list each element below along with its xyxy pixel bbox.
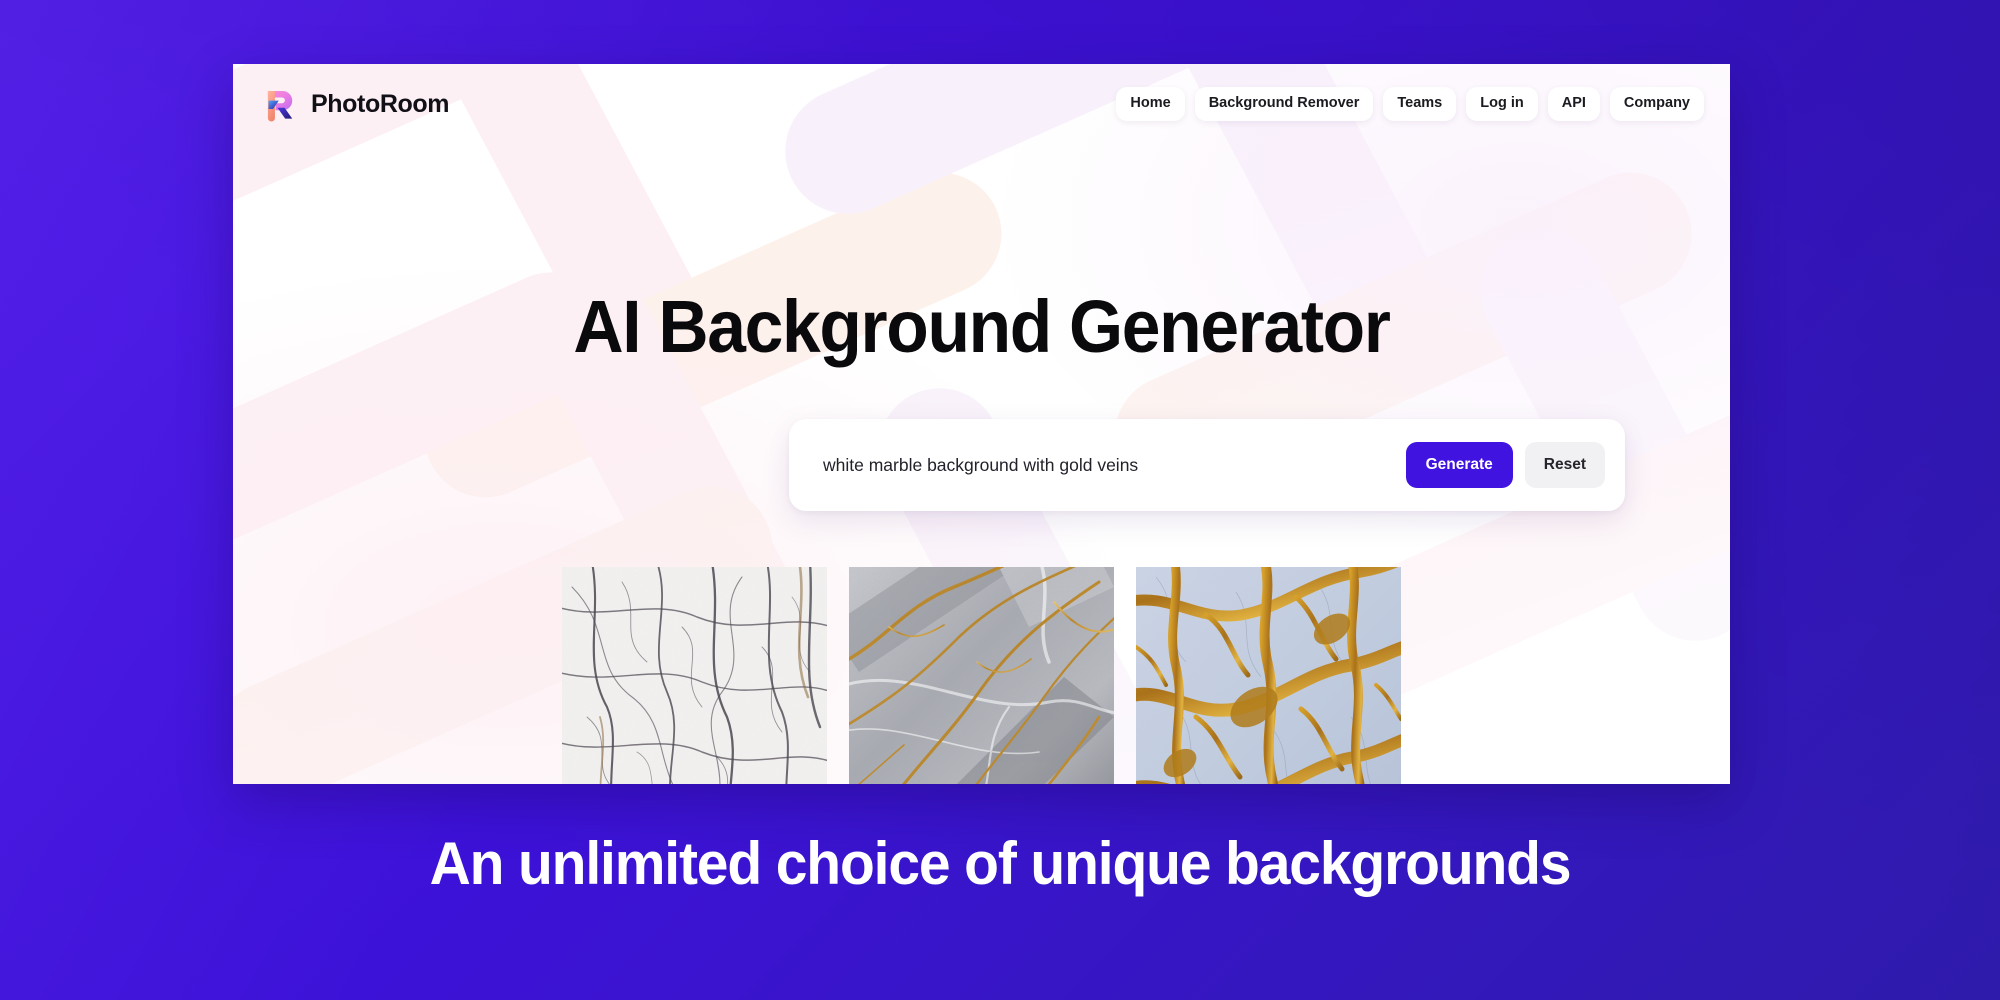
nav-item-company[interactable]: Company bbox=[1609, 87, 1704, 121]
blue-gold-marble-thumbnail-icon bbox=[1136, 567, 1401, 784]
page-background: PhotoRoom Home Background Remover Teams … bbox=[0, 0, 2000, 1000]
result-image-3[interactable] bbox=[1136, 567, 1401, 784]
tagline: An unlimited choice of unique background… bbox=[429, 830, 1572, 897]
hero-card: PhotoRoom Home Background Remover Teams … bbox=[233, 64, 1730, 784]
generate-button[interactable]: Generate bbox=[1405, 442, 1513, 488]
site-header: PhotoRoom Home Background Remover Teams … bbox=[233, 64, 1730, 144]
nav-item-teams[interactable]: Teams bbox=[1383, 87, 1457, 121]
white-marble-thumbnail-icon bbox=[562, 567, 827, 784]
main-nav: Home Background Remover Teams Log in API… bbox=[1116, 87, 1704, 121]
nav-item-api[interactable]: API bbox=[1547, 87, 1600, 121]
page-title: AI Background Generator bbox=[573, 284, 1391, 368]
prompt-bar: Generate Reset bbox=[789, 419, 1625, 511]
reset-button[interactable]: Reset bbox=[1524, 442, 1605, 488]
nav-item-log-in[interactable]: Log in bbox=[1466, 87, 1538, 121]
result-image-1[interactable] bbox=[562, 567, 827, 784]
brand[interactable]: PhotoRoom bbox=[257, 84, 449, 125]
photoroom-r-logo-icon bbox=[267, 90, 293, 121]
gray-gold-marble-thumbnail-icon bbox=[849, 567, 1114, 784]
result-image-2[interactable] bbox=[849, 567, 1114, 784]
brand-name: PhotoRoom bbox=[311, 89, 450, 118]
nav-item-background-remover[interactable]: Background Remover bbox=[1194, 87, 1374, 121]
results-grid bbox=[233, 567, 1730, 784]
prompt-input[interactable] bbox=[823, 454, 1406, 476]
nav-item-home[interactable]: Home bbox=[1116, 87, 1185, 121]
